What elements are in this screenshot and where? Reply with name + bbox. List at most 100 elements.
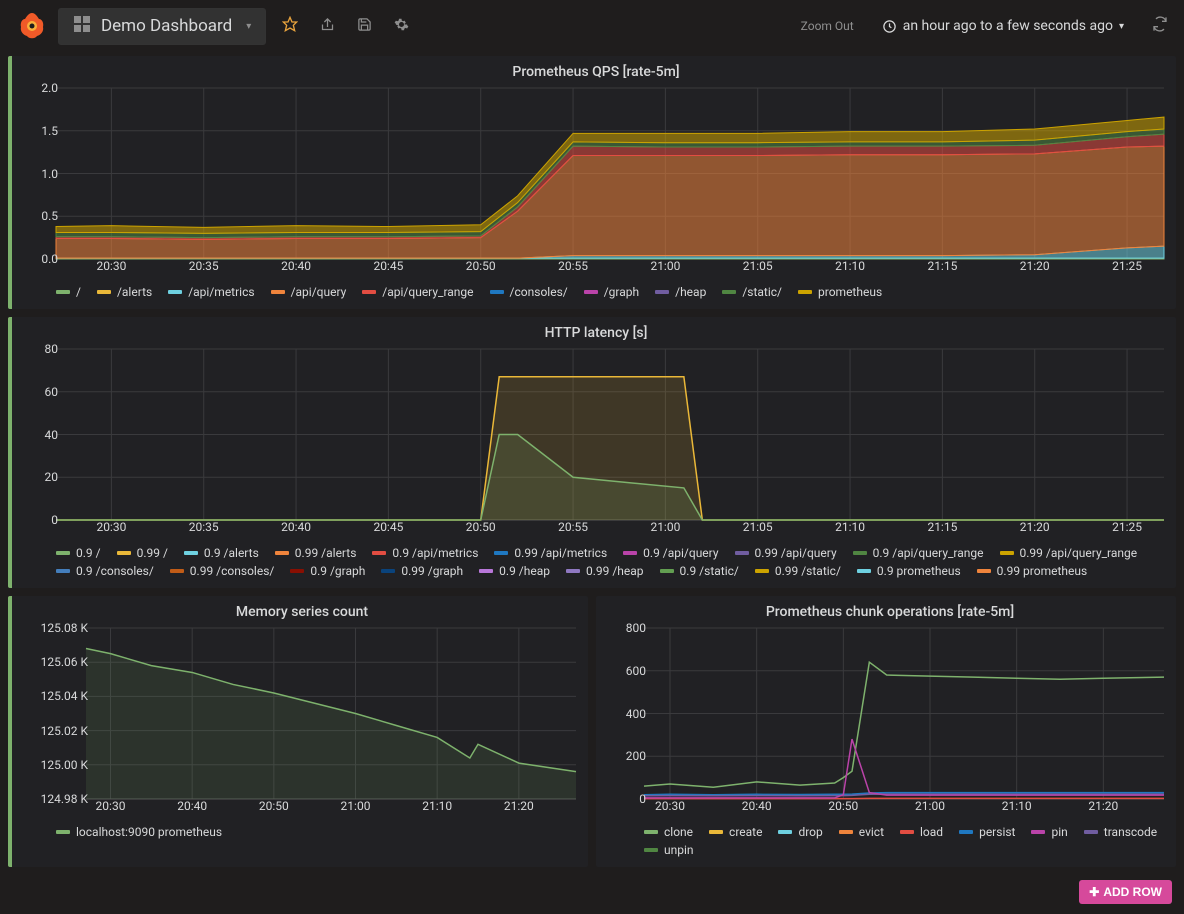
legend-item[interactable]: 0.99 /heap [566,564,644,578]
gear-icon[interactable] [388,11,415,42]
legend-item[interactable]: 0.9 / [56,546,101,560]
add-row-label: ADD ROW [1103,885,1162,899]
save-icon[interactable] [351,11,378,42]
dashboard-selector[interactable]: Demo Dashboard ▾ [58,8,266,45]
legend-item[interactable]: pin [1031,825,1067,839]
legend-item[interactable]: 0.9 /heap [479,564,550,578]
legend-item[interactable]: prometheus [798,285,882,299]
legend-label: 0.99 /static/ [775,564,841,578]
legend-swatch [900,830,914,834]
dashboard-body: Prometheus QPS [rate-5m] 0.00.51.01.52.0… [0,52,1184,879]
legend-swatch [362,290,376,294]
legend-item[interactable]: 0.99 /api/query [735,546,837,560]
legend-item[interactable]: 0.9 prometheus [857,564,961,578]
legend-item[interactable]: 0.99 /consoles/ [170,564,275,578]
legend-swatch [959,830,973,834]
legend-item[interactable]: 0.9 /alerts [184,546,259,560]
legend-label: 0.99 /alerts [295,546,357,560]
legend-swatch [1084,830,1098,834]
legend-item[interactable]: /static/ [722,285,782,299]
zoom-out-button[interactable]: Zoom Out [801,19,854,33]
legend-swatch [1031,830,1045,834]
legend-item[interactable]: 0.9 /graph [290,564,365,578]
legend-label: drop [798,825,822,839]
legend-item[interactable]: create [709,825,762,839]
chart-chunks[interactable]: 020040060080020:3020:4020:5021:0021:1021… [604,624,1176,819]
legend-item[interactable]: /consoles/ [490,285,568,299]
legend-item[interactable]: unpin [644,843,694,857]
legend-item[interactable]: localhost:9090 prometheus [56,825,222,839]
share-icon[interactable] [314,11,341,42]
legend-item[interactable]: 0.99 /alerts [275,546,357,560]
legend-swatch [56,569,70,573]
legend-swatch [655,290,669,294]
legend-label: /api/query [291,285,347,299]
legend-item[interactable]: /heap [655,285,706,299]
legend-swatch [117,551,131,555]
caret-down-icon: ▾ [246,21,251,32]
chart-latency[interactable]: 02040608020:3020:3520:4020:4520:5020:552… [16,345,1176,540]
chart-qps[interactable]: 0.00.51.01.52.020:3020:3520:4020:4520:50… [16,84,1176,279]
legend-swatch [271,290,285,294]
legend-label: 0.9 prometheus [877,564,961,578]
legend-item[interactable]: clone [644,825,693,839]
legend-item[interactable]: /alerts [97,285,152,299]
legend-label: 0.99 prometheus [997,564,1088,578]
chart-memory[interactable]: 124.98 K125.00 K125.02 K125.04 K125.06 K… [16,624,588,819]
legend-swatch [660,569,674,573]
legend-label: load [920,825,943,839]
timerange-selector[interactable]: an hour ago to a few seconds ago ▾ [882,18,1124,34]
clock-icon [882,19,897,34]
legend-item[interactable]: /graph [584,285,639,299]
legend-label: 0.9 /static/ [680,564,739,578]
star-icon[interactable] [276,10,304,42]
legend-label: /heap [675,285,706,299]
legend-item[interactable]: 0.99 / [117,546,168,560]
panel-memory[interactable]: Memory series count 124.98 K125.00 K125.… [8,596,588,867]
legend-swatch [584,290,598,294]
legend-label: persist [979,825,1015,839]
panel-chunks[interactable]: Prometheus chunk operations [rate-5m] 02… [596,596,1176,867]
panel-qps[interactable]: Prometheus QPS [rate-5m] 0.00.51.01.52.0… [8,56,1176,309]
legend-item[interactable]: 0.99 /api/query_range [1000,546,1138,560]
legend-label: /api/query_range [382,285,473,299]
panel-title: HTTP latency [s] [16,317,1176,345]
legend-label: localhost:9090 prometheus [76,825,222,839]
grafana-logo[interactable] [16,10,48,42]
legend-item[interactable]: 0.9 /api/query [623,546,718,560]
legend-swatch [56,830,70,834]
panel-title: Memory series count [16,596,588,624]
legend-item[interactable]: 0.9 /consoles/ [56,564,154,578]
legend-item[interactable]: 0.9 /api/metrics [372,546,478,560]
legend-item[interactable]: 0.99 /static/ [755,564,841,578]
legend-item[interactable]: / [56,285,81,299]
caret-down-icon: ▾ [1119,21,1124,32]
refresh-icon[interactable] [1152,16,1168,36]
legend-item[interactable]: /api/metrics [168,285,254,299]
legend-swatch [184,551,198,555]
legend-item[interactable]: /api/query [271,285,347,299]
legend-label: 0.99 /heap [586,564,644,578]
legend-label: 0.9 /api/metrics [392,546,478,560]
timerange-label: an hour ago to a few seconds ago [903,18,1113,34]
legend-swatch [290,569,304,573]
add-row-button[interactable]: ✚ ADD ROW [1079,880,1172,904]
legend-label: 0.9 /api/query_range [873,546,984,560]
legend-item[interactable]: transcode [1084,825,1157,839]
legend-swatch [490,290,504,294]
legend-item[interactable]: 0.99 /graph [381,564,463,578]
legend-item[interactable]: 0.9 /static/ [660,564,739,578]
legend-swatch [56,551,70,555]
panel-latency[interactable]: HTTP latency [s] 02040608020:3020:3520:4… [8,317,1176,588]
legend-label: /api/metrics [188,285,254,299]
legend-item[interactable]: evict [839,825,884,839]
legend-item[interactable]: 0.99 prometheus [977,564,1088,578]
legend-label: 0.9 /heap [499,564,550,578]
legend-label: 0.9 /consoles/ [76,564,154,578]
legend-item[interactable]: load [900,825,943,839]
legend-item[interactable]: 0.9 /api/query_range [853,546,984,560]
legend-item[interactable]: 0.99 /api/metrics [494,546,607,560]
legend-item[interactable]: /api/query_range [362,285,473,299]
legend-item[interactable]: persist [959,825,1015,839]
legend-item[interactable]: drop [778,825,822,839]
